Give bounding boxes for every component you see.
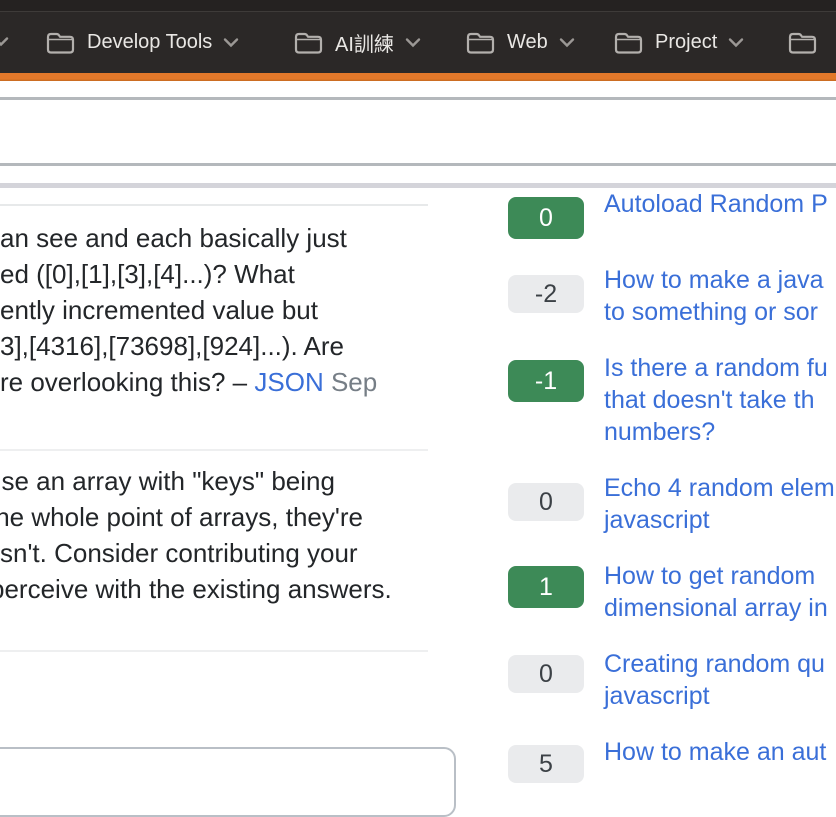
related-question-link[interactable]: javascript [604, 504, 710, 536]
folder-icon [465, 30, 496, 56]
bookmark-folder-develop-tools[interactable]: Develop Tools [45, 12, 239, 73]
related-question-link[interactable]: javascript [604, 680, 710, 712]
window-top-strip [0, 0, 836, 12]
comment-date: Sep [331, 367, 377, 397]
related-question-link[interactable]: How to get random [604, 560, 815, 592]
comment-text: use an array with "keys" being [0, 463, 335, 499]
related-question-link[interactable]: dimensional array in [604, 592, 828, 624]
comment-text: an see and each basically just [0, 220, 347, 256]
related-question-link[interactable]: How to make an aut [604, 736, 826, 768]
related-question-link[interactable]: Echo 4 random elem [604, 472, 835, 504]
vote-count-badge: -2 [508, 275, 584, 313]
bookmark-folder-cutoff[interactable] [787, 12, 829, 73]
comment-text: perceive with the existing answers. [0, 571, 392, 607]
chevron-down-icon [559, 37, 575, 48]
related-question-link[interactable]: Autoload Random P [604, 188, 828, 220]
folder-icon [45, 30, 76, 56]
divider [0, 449, 428, 451]
bookmark-folder-ai-training[interactable]: AI訓練 [293, 12, 421, 73]
vote-count-badge: 0 [508, 655, 584, 693]
add-comment-box[interactable] [0, 747, 456, 817]
comment-date [324, 367, 331, 397]
bookmark-label: Project [655, 31, 717, 54]
related-question-link[interactable]: numbers? [604, 416, 715, 448]
bookmark-label: AI訓練 [335, 28, 394, 57]
comment-text: 3],[4316],[73698],[924]...). Are [0, 328, 344, 364]
comment-text: ed ([0],[1],[3],[4]...)? What [0, 256, 295, 292]
comment-text: re overlooking this? – JSON Sep [0, 364, 377, 400]
vote-count-badge: -1 [508, 360, 584, 402]
vote-count-badge: 5 [508, 745, 584, 783]
bookmark-label: Web [507, 31, 548, 54]
related-question-link[interactable]: Creating random qu [604, 648, 825, 680]
comment-author-link[interactable]: JSON [254, 367, 323, 397]
comment-text: the whole point of arrays, they're [0, 499, 363, 535]
divider [0, 163, 836, 166]
divider [0, 97, 836, 100]
vote-count-badge: 0 [508, 483, 584, 521]
related-question-link[interactable]: to something or sor [604, 296, 818, 328]
vote-count-badge: 1 [508, 566, 584, 608]
chevron-down-icon [0, 36, 9, 47]
folder-icon [787, 30, 818, 56]
chevron-down-icon [728, 37, 744, 48]
bookmark-label: Develop Tools [87, 31, 212, 54]
chevron-down-icon [405, 37, 421, 48]
comment-text: sn't. Consider contributing your [0, 535, 358, 571]
vote-count-badge: 0 [508, 197, 584, 239]
related-question-link[interactable]: Is there a random fu [604, 352, 828, 384]
browser-accent-bar [0, 73, 836, 81]
related-question-link[interactable]: that doesn't take th [604, 384, 814, 416]
related-question-link[interactable]: How to make a java [604, 264, 824, 296]
folder-icon [613, 30, 644, 56]
bookmark-folder-web[interactable]: Web [465, 12, 575, 73]
divider [0, 204, 428, 206]
chevron-down-icon [223, 37, 239, 48]
bookmark-folder-project[interactable]: Project [613, 12, 744, 73]
comment-text: ently incremented value but [0, 292, 318, 328]
bookmarks-bar: Develop Tools AI訓練 Web Project [0, 12, 836, 73]
divider [0, 650, 428, 652]
folder-icon [293, 30, 324, 56]
